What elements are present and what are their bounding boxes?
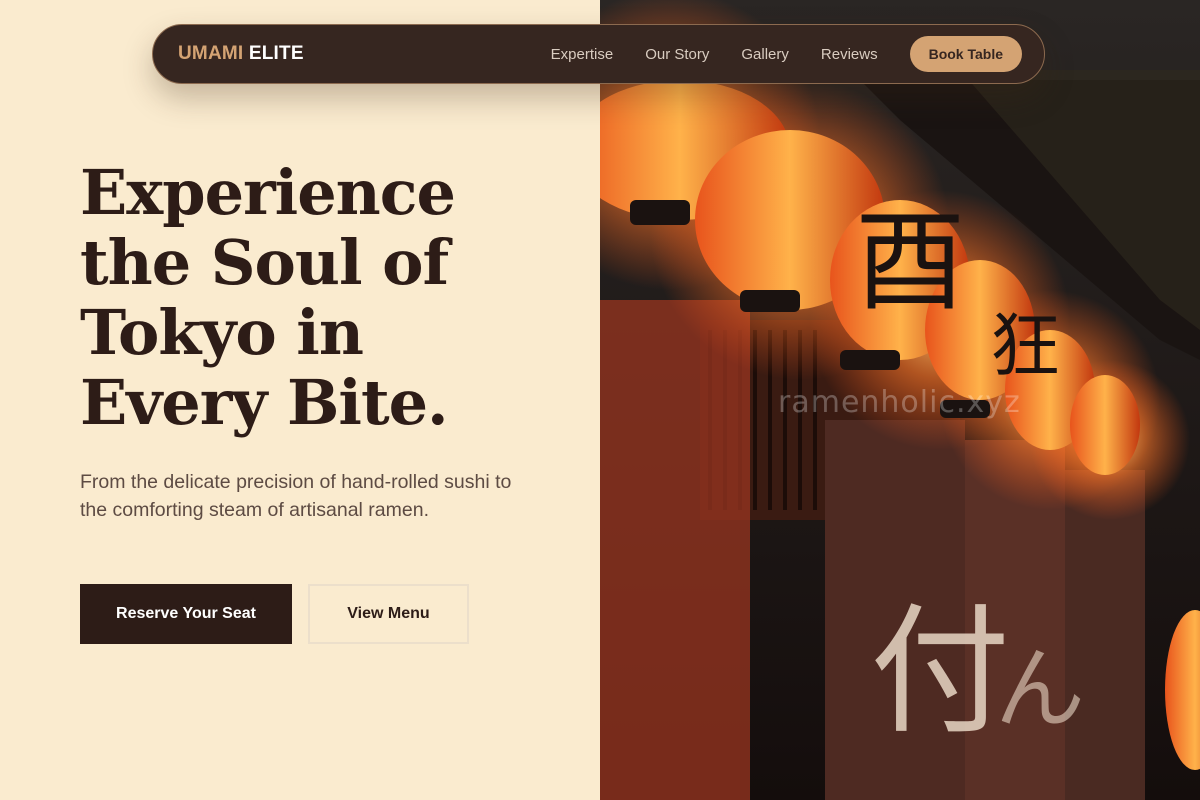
nav-link-reviews[interactable]: Reviews [821, 46, 878, 63]
svg-text:ん: ん [995, 637, 1085, 742]
svg-text:狂: 狂 [990, 305, 1060, 387]
hero-title-line-2: the Soul of [80, 226, 449, 299]
hero-title: Experience the Soul of Tokyo in Every Bi… [80, 158, 560, 438]
navbar: UMAMI ELITE Expertise Our Story Gallery … [152, 24, 1045, 84]
nav-link-our-story[interactable]: Our Story [645, 46, 709, 63]
svg-text:付: 付 [870, 591, 1010, 754]
photo-watermark: ramenholic.xyz [778, 385, 1021, 420]
book-table-button[interactable]: Book Table [909, 36, 1022, 72]
nav-link-expertise[interactable]: Expertise [551, 46, 614, 63]
view-menu-button[interactable]: View Menu [308, 584, 469, 644]
hero-title-line-3: Tokyo in [80, 296, 364, 369]
svg-text:酉: 酉 [855, 198, 965, 326]
nav-links: Expertise Our Story Gallery Reviews Book… [551, 36, 1022, 72]
brand-logo[interactable]: UMAMI ELITE [178, 43, 304, 65]
brand-logo-part1: UMAMI [178, 43, 244, 64]
hero-title-line-1: Experience [80, 156, 456, 229]
hero-title-line-4: Every Bite. [80, 366, 449, 439]
reserve-seat-button[interactable]: Reserve Your Seat [80, 584, 292, 644]
hero-photo: 付 ん 酉 狂 ramenholic.xyz [600, 0, 1200, 800]
hero-subtitle: From the delicate precision of hand-roll… [80, 471, 512, 521]
brand-logo-part2: ELITE [248, 43, 304, 64]
nav-link-gallery[interactable]: Gallery [741, 46, 789, 63]
